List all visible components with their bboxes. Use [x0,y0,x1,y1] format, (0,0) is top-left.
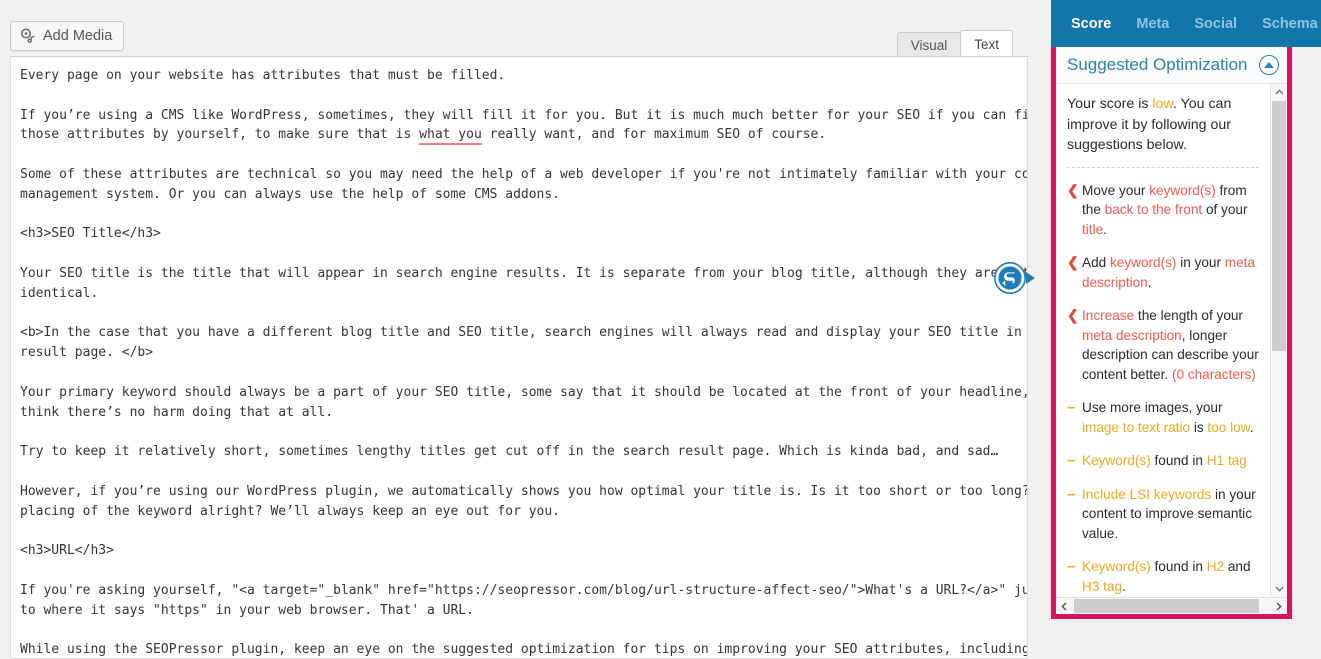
editor-line: <b>In the case that you have a different… [20,325,1028,341]
panel-body: Your score is low. You can improve it by… [1056,83,1287,614]
editor-line: to where it says "https" in your web bro… [20,602,474,618]
suggestion-text: Move your keyword(s) from the back to th… [1082,182,1248,237]
tab-visual[interactable]: Visual [896,32,962,58]
editor-toolbar: Add Media Visual Text [0,0,1036,58]
suggested-optimization-panel: Suggested Optimization Your score is low… [1051,47,1292,619]
editor-line: Your SEO title is the title that will ap… [20,265,1028,281]
post-editor: Add Media Visual Text Every page on your… [0,0,1036,659]
severity-high-icon: ❮ [1067,307,1079,323]
score-summary: Your score is low. You can improve it by… [1067,94,1259,168]
chevron-up-icon [1264,62,1274,68]
editor-line: placing of the keyword alright? We’ll al… [20,503,561,519]
editor-line: result page. </b> [20,345,154,361]
vertical-scrollbar[interactable] [1270,84,1287,597]
suggestion-item[interactable]: ❮ Increase the length of your meta descri… [1067,299,1259,391]
panel-inner: Suggested Optimization Your score is low… [1056,47,1287,614]
sidebar-nav-tabs: Score Meta Social Schema [1051,0,1321,47]
tab-meta[interactable]: Meta [1136,16,1169,32]
add-media-label: Add Media [43,27,113,44]
panel-header: Suggested Optimization [1056,47,1287,83]
severity-high-icon: ❮ [1067,254,1079,270]
seopressor-sidebar: Score Meta Social Schema Suggested Optim… [1051,0,1321,659]
suggestions-scroll-area: Your score is low. You can improve it by… [1056,84,1270,597]
severity-medium-icon: – [1067,452,1076,469]
editor-line: <h3>SEO Title</h3> [20,226,161,242]
severity-high-icon: ❮ [1067,181,1079,198]
editor-line: <h3>URL</h3> [20,543,114,559]
suggestion-text: Increase the length of your meta descrip… [1082,308,1259,382]
severity-medium-icon: – [1067,399,1076,416]
seopressor-s-logo-icon [994,262,1026,294]
editor-line: those attributes by yourself, to make su… [20,125,1027,146]
scroll-right-button[interactable] [1271,598,1287,614]
editor-line: While using the SEOPressor plugin, keep … [20,642,1028,658]
collapse-panel-button[interactable] [1259,55,1279,75]
horizontal-scrollbar[interactable] [1056,597,1287,614]
suggestion-text: Keyword(s) found in H2 and H3 tag. [1082,559,1251,594]
suggestion-text: Use more images, your image to text rati… [1082,400,1254,435]
editor-line: identical. [20,285,99,301]
editor-line: However, if you’re using our WordPress p… [20,483,1028,499]
editor-line: Your primary keyword should always be a … [20,384,1028,400]
editor-line: Try to keep it relatively short, sometim… [20,444,999,460]
tab-schema[interactable]: Schema [1262,16,1318,32]
editor-line: Every page on your website has attribute… [20,68,506,83]
suggestion-list: ❮ Move your keyword(s) from the back to t… [1067,174,1259,598]
suggestion-item[interactable]: ❮ Move your keyword(s) from the back to t… [1067,174,1259,247]
suggestion-text: Include LSI keywords in your content to … [1082,486,1256,541]
tab-score[interactable]: Score [1071,16,1111,32]
vertical-scroll-thumb[interactable] [1272,101,1286,351]
editor-line: management system. Or you can always use… [20,186,561,202]
scroll-down-button[interactable] [1271,581,1287,597]
scroll-up-button[interactable] [1271,84,1287,100]
suggestion-text: Add keyword(s) in your meta description. [1082,255,1256,290]
editor-line: If you're asking yourself, "<a target="_… [20,582,1028,598]
media-icon [20,28,36,44]
suggestion-item[interactable]: – Keyword(s) found in H1 tag [1067,444,1259,478]
suggestion-item[interactable]: ❮ Add keyword(s) in your meta description… [1067,246,1259,299]
seopressor-badge[interactable] [993,261,1035,295]
editor-line: If you’re using a CMS like WordPress, so… [20,107,1028,123]
tab-social[interactable]: Social [1194,16,1237,32]
summary-prefix: Your score is [1067,96,1153,112]
editor-mode-tabs: Visual Text [896,26,1013,58]
severity-medium-icon: – [1067,485,1076,503]
scroll-left-button[interactable] [1056,598,1072,614]
score-word: low [1152,96,1173,112]
add-media-button[interactable]: Add Media [10,21,125,51]
editor-textarea[interactable]: Every page on your website has attribute… [10,56,1028,659]
editor-content: Every page on your website has attribute… [20,66,1028,658]
seopressor-editor-screen: Add Media Visual Text Every page on your… [0,0,1321,659]
editor-line: Some of these attributes are technical s… [20,166,1028,182]
severity-medium-icon: – [1067,558,1076,575]
suggestion-text: Keyword(s) found in H1 tag [1082,453,1247,468]
horizontal-scroll-thumb[interactable] [1074,599,1259,613]
tab-text[interactable]: Text [960,30,1013,58]
suggestion-item[interactable]: – Use more images, your image to text rat… [1067,391,1259,444]
panel-title: Suggested Optimization [1067,55,1248,74]
suggestion-item[interactable]: – Include LSI keywords in your content to… [1067,478,1259,551]
suggestion-item[interactable]: – Keyword(s) found in H2 and H3 tag. [1067,550,1259,597]
editor-line: think there’s no harm doing that at all. [20,404,334,420]
badge-expand-arrow-icon[interactable] [1026,272,1035,284]
spellcheck-underline: what you [419,127,482,146]
